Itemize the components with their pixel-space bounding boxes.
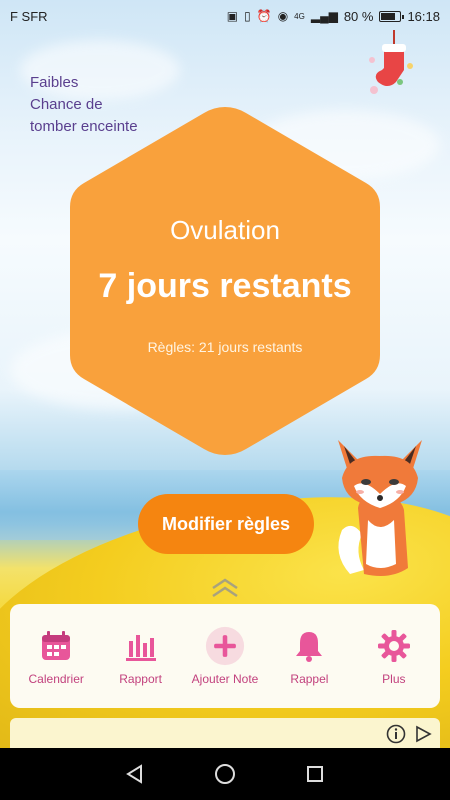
tab-label: Calendrier — [28, 672, 84, 686]
eye-icon: ◉ — [277, 9, 289, 23]
bar-chart-icon — [121, 626, 161, 666]
status-bar: F SFR ▣ ▯ ⏰ ◉ 4G ▂▄▆ 80 % 16:18 — [0, 0, 450, 32]
recents-icon[interactable] — [303, 762, 327, 786]
tab-label: Rapport — [119, 672, 162, 686]
period-countdown: Règles: 21 jours restants — [147, 339, 303, 355]
battery-icon — [379, 10, 405, 22]
vibrate-icon: ▯ — [244, 9, 251, 23]
chevron-up-icon[interactable] — [210, 576, 240, 600]
plus-icon — [205, 626, 245, 666]
fox-mascot-icon — [338, 440, 422, 576]
signal-icon: ▂▄▆ — [310, 9, 338, 23]
nfc-icon: ▣ — [226, 9, 239, 23]
bottom-tab-bar: Calendrier Rapport Ajouter Note Rappel P… — [10, 604, 440, 708]
carrier-name: F SFR — [10, 8, 48, 24]
home-icon[interactable] — [213, 762, 237, 786]
clock: 16:18 — [407, 8, 440, 24]
tab-add-note[interactable]: Ajouter Note — [183, 626, 267, 686]
tab-label: Ajouter Note — [191, 672, 259, 686]
chance-level: Faibles — [30, 74, 79, 91]
gear-icon — [374, 626, 414, 666]
phase-title: Ovulation — [170, 215, 280, 245]
calendar-icon — [36, 626, 76, 666]
cycle-status-text: Ovulation 7 jours restants Règles: 21 jo… — [66, 103, 384, 460]
bell-icon — [289, 626, 329, 666]
ad-choices-icon[interactable] — [414, 725, 432, 743]
app-screen: F SFR ▣ ▯ ⏰ ◉ 4G ▂▄▆ 80 % 16:18 Faibles … — [0, 0, 450, 748]
network-type: 4G — [294, 11, 305, 21]
info-icon[interactable] — [386, 724, 406, 744]
tab-label: Rappel — [290, 672, 329, 686]
ad-banner[interactable] — [10, 718, 440, 748]
modify-period-button[interactable]: Modifier règles — [138, 494, 314, 554]
tab-more[interactable]: Plus — [352, 626, 436, 686]
tab-label: Plus — [382, 672, 406, 686]
back-icon[interactable] — [123, 762, 147, 786]
christmas-stocking-icon[interactable] — [360, 30, 420, 100]
alarm-icon: ⏰ — [256, 9, 272, 23]
tab-report[interactable]: Rapport — [98, 626, 182, 686]
system-navigation-bar — [0, 748, 450, 800]
tab-calendar[interactable]: Calendrier — [14, 626, 98, 686]
battery-percent: 80 % — [343, 8, 374, 24]
days-remaining: 7 jours restants — [98, 267, 352, 305]
tab-reminder[interactable]: Rappel — [267, 626, 351, 686]
